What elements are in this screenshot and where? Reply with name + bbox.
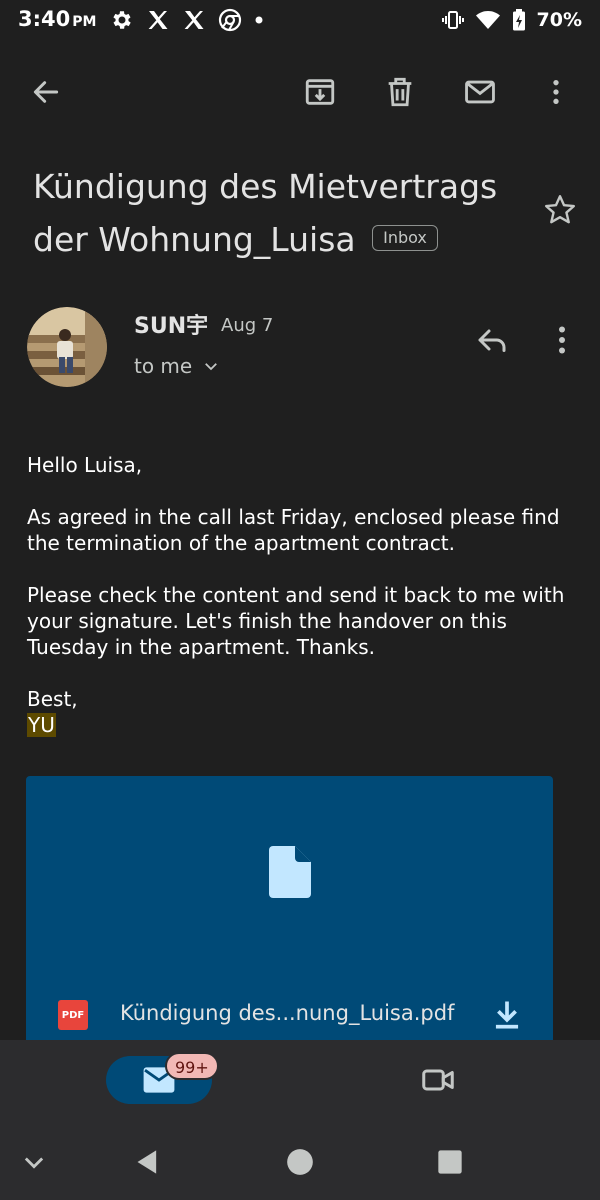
vibrate-icon bbox=[441, 8, 465, 32]
nav-meet-tab[interactable] bbox=[420, 1062, 460, 1102]
mark-unread-button[interactable] bbox=[460, 72, 500, 112]
mail-icon bbox=[465, 80, 495, 104]
hide-keyboard-button[interactable] bbox=[16, 1144, 52, 1180]
trash-icon bbox=[388, 77, 412, 107]
body-paragraph: Please check the content and send it bac… bbox=[27, 583, 565, 659]
status-time: 3:40 PM bbox=[18, 7, 97, 31]
wifi-icon bbox=[475, 8, 501, 32]
download-button[interactable] bbox=[492, 999, 522, 1031]
email-subject: Kündigung des Mietvertrags der Wohnung_L… bbox=[33, 160, 533, 266]
battery-percent: 70% bbox=[536, 9, 582, 31]
recipient-text: to me bbox=[134, 354, 193, 378]
attachment-card[interactable]: PDF Kündigung des...nung_Luisa.pdf bbox=[26, 776, 553, 1076]
settings-icon bbox=[110, 8, 134, 32]
download-icon bbox=[495, 1001, 519, 1029]
battery-icon bbox=[511, 8, 527, 32]
attachment-footer: PDF Kündigung des...nung_Luisa.pdf bbox=[26, 991, 553, 1041]
delete-button[interactable] bbox=[380, 72, 420, 112]
inbox-label-chip[interactable]: Inbox bbox=[372, 224, 438, 251]
triangle-back-icon bbox=[137, 1150, 157, 1174]
status-icons-right: 70% bbox=[441, 8, 582, 32]
sender-avatar[interactable] bbox=[27, 307, 107, 387]
message-more-button[interactable] bbox=[544, 322, 584, 362]
file-icon bbox=[269, 846, 311, 898]
x-icon bbox=[182, 8, 206, 32]
chevron-down-icon bbox=[205, 363, 218, 371]
square-recents-icon bbox=[438, 1150, 462, 1174]
status-icons-left bbox=[110, 8, 264, 32]
email-body: Hello Luisa, As agreed in the call last … bbox=[27, 452, 577, 738]
chrome-icon bbox=[218, 8, 242, 32]
body-closing: Best, bbox=[27, 687, 78, 711]
archive-icon bbox=[305, 79, 335, 105]
status-bar: 3:40 PM 70% bbox=[0, 0, 600, 42]
email-toolbar bbox=[0, 60, 600, 124]
back-arrow-icon bbox=[33, 81, 59, 103]
system-recents-button[interactable] bbox=[432, 1144, 468, 1180]
email-date: Aug 7 bbox=[221, 315, 274, 336]
archive-button[interactable] bbox=[300, 72, 340, 112]
more-vert-icon bbox=[553, 80, 559, 104]
system-back-button[interactable] bbox=[130, 1144, 166, 1180]
unread-count-badge: 99+ bbox=[165, 1052, 219, 1080]
more-vert-icon bbox=[559, 326, 565, 354]
body-signature: YU bbox=[27, 713, 56, 737]
video-camera-icon bbox=[422, 1069, 454, 1091]
chevron-down-icon bbox=[24, 1157, 44, 1169]
body-greeting: Hello Luisa, bbox=[27, 453, 143, 477]
attachment-filename: Kündigung des...nung_Luisa.pdf bbox=[120, 1001, 455, 1025]
star-button[interactable] bbox=[542, 192, 578, 228]
circle-home-icon bbox=[287, 1149, 313, 1175]
bottom-navigation: 99+ bbox=[0, 1040, 600, 1122]
sender-name[interactable]: SUN宇 bbox=[134, 308, 208, 340]
recipient-details-toggle[interactable]: to me bbox=[134, 354, 220, 378]
dot-icon bbox=[254, 15, 264, 25]
star-icon bbox=[545, 195, 575, 224]
system-home-button[interactable] bbox=[282, 1144, 318, 1180]
pdf-icon: PDF bbox=[58, 1000, 88, 1030]
reply-button[interactable] bbox=[474, 322, 514, 362]
reply-icon bbox=[478, 329, 506, 352]
back-button[interactable] bbox=[26, 72, 66, 112]
body-paragraph: As agreed in the call last Friday, enclo… bbox=[27, 505, 560, 555]
system-navigation bbox=[0, 1122, 600, 1200]
more-options-button[interactable] bbox=[536, 72, 576, 112]
x-icon bbox=[146, 8, 170, 32]
